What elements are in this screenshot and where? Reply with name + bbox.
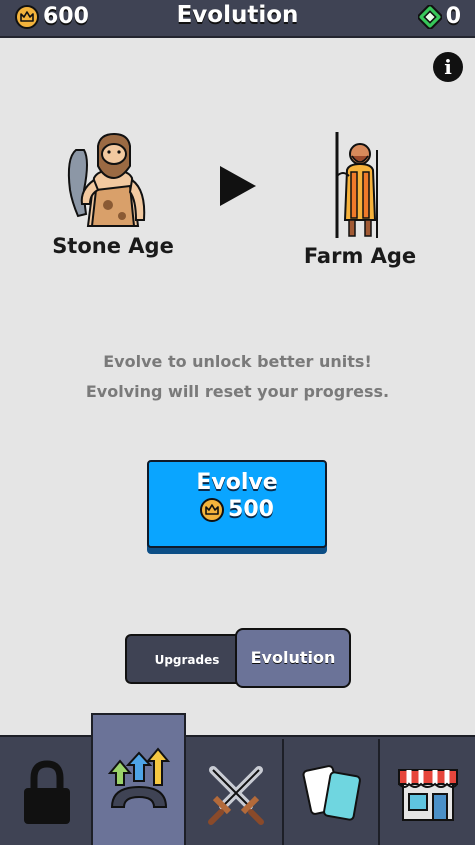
crossed-swords-icon (207, 766, 264, 825)
view-toggle: Upgrades Evolution (125, 628, 351, 688)
nav-tab-locked[interactable] (0, 739, 95, 845)
evolve-button[interactable]: Evolve 500 (147, 460, 327, 548)
cards-icon (301, 765, 361, 821)
evolve-cost: 500 (149, 497, 325, 522)
reset-warning: Evolving will reset your progress. (85, 382, 390, 401)
evolve-cost-amount: 500 (228, 497, 274, 522)
info-button[interactable]: i (433, 52, 463, 82)
nav-tab-shop[interactable] (380, 739, 475, 845)
crown-coin-icon (200, 497, 225, 522)
current-era: Stone Age (33, 130, 193, 258)
lock-icon (23, 760, 70, 824)
shop-icon (397, 769, 458, 821)
top-bar: 600 Evolution 0 (0, 0, 475, 38)
tab-evolution[interactable]: Evolution (235, 628, 351, 688)
bottom-nav (0, 713, 475, 845)
caveman-icon (67, 132, 146, 227)
nav-tab-battle[interactable] (189, 739, 284, 845)
gem-amount: 0 (445, 4, 461, 29)
nav-tab-cards[interactable] (285, 739, 380, 845)
current-era-name: Stone Age (52, 234, 174, 258)
evolve-hint: Evolve to unlock better units! (103, 352, 372, 371)
next-era-name: Farm Age (303, 244, 417, 268)
farmer-icon (335, 132, 378, 238)
tab-upgrades[interactable]: Upgrades (125, 634, 249, 684)
play-arrow-icon (220, 166, 256, 206)
evolve-button-label: Evolve (196, 470, 278, 495)
gem-icon (417, 4, 442, 29)
page-title: Evolution (176, 2, 299, 28)
nav-tab-evolution[interactable] (91, 713, 186, 845)
next-era: Farm Age (280, 130, 440, 268)
evolution-arrows-icon (107, 747, 170, 808)
gem-counter: 0 (417, 4, 461, 29)
